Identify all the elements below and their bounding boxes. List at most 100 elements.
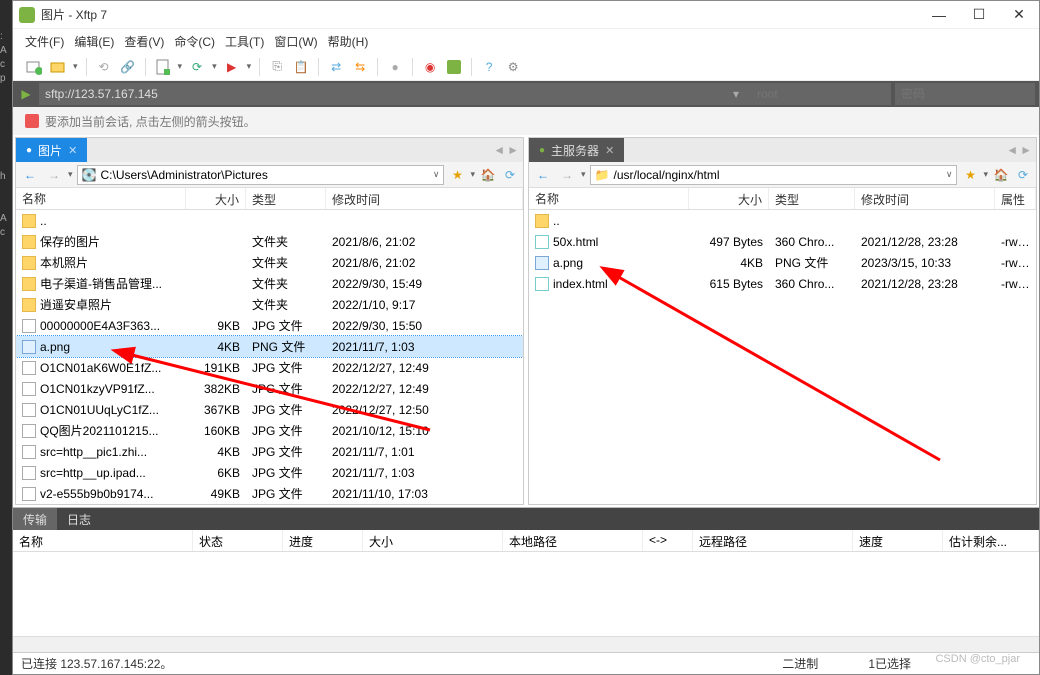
file-row[interactable]: v2-e555b9b0b9174...49KBJPG 文件2021/11/10,… bbox=[16, 483, 523, 504]
file-row[interactable]: .. bbox=[16, 210, 523, 231]
col-type[interactable]: 类型 bbox=[246, 188, 326, 209]
col-local[interactable]: 本地路径 bbox=[503, 530, 643, 551]
settings-icon[interactable]: ⚙ bbox=[504, 58, 522, 76]
dropdown-icon[interactable]: ▾ bbox=[733, 87, 739, 101]
username-input[interactable] bbox=[751, 83, 891, 105]
file-row[interactable]: 50x.html497 Bytes360 Chro...2021/12/28, … bbox=[529, 231, 1036, 252]
caret-icon[interactable]: ▾ bbox=[247, 61, 252, 72]
col-name[interactable]: 名称 bbox=[529, 188, 689, 209]
col-remote[interactable]: 远程路径 bbox=[693, 530, 853, 551]
caret-icon[interactable]: ∨ bbox=[946, 169, 953, 180]
new-session-icon[interactable] bbox=[25, 58, 43, 76]
file-row[interactable]: a.png4KBPNG 文件2021/11/7, 1:03 bbox=[16, 336, 523, 357]
caret-icon[interactable]: ▾ bbox=[983, 169, 988, 180]
link-icon[interactable]: 🔗 bbox=[119, 58, 137, 76]
tab-remote[interactable]: ● 主服务器 ✕ bbox=[529, 138, 624, 162]
file-row[interactable]: O1CN01UUqLyC1fZ...367KBJPG 文件2022/12/27,… bbox=[16, 399, 523, 420]
file-row[interactable]: 本机照片文件夹2021/8/6, 21:02 bbox=[16, 252, 523, 273]
tab-transfer[interactable]: 传输 bbox=[13, 508, 57, 530]
col-size[interactable]: 大小 bbox=[186, 188, 246, 209]
xftp-logo-icon[interactable] bbox=[445, 58, 463, 76]
star-icon[interactable]: ★ bbox=[961, 166, 979, 184]
local-path-input[interactable] bbox=[100, 168, 428, 182]
help-icon[interactable]: ? bbox=[480, 58, 498, 76]
col-mod[interactable]: 修改时间 bbox=[855, 188, 995, 209]
home-icon[interactable]: 🏠 bbox=[992, 166, 1010, 184]
menu-file[interactable]: 文件(F) bbox=[25, 33, 64, 50]
col-progress[interactable]: 进度 bbox=[283, 530, 363, 551]
col-name[interactable]: 名称 bbox=[16, 188, 186, 209]
open-folder-icon[interactable] bbox=[49, 58, 67, 76]
sync-left-icon[interactable]: ⇄ bbox=[327, 58, 345, 76]
xshell-icon[interactable]: ◉ bbox=[421, 58, 439, 76]
col-attr[interactable]: 属性 bbox=[995, 188, 1036, 209]
stop-icon[interactable]: ● bbox=[386, 58, 404, 76]
reconnect-icon[interactable]: ⟲ bbox=[95, 58, 113, 76]
new-file-icon[interactable] bbox=[154, 58, 172, 76]
caret-icon[interactable]: ▾ bbox=[178, 61, 183, 72]
refresh-icon[interactable]: ⟳ bbox=[501, 166, 519, 184]
close-icon[interactable]: ✕ bbox=[68, 144, 77, 157]
col-type[interactable]: 类型 bbox=[769, 188, 855, 209]
col-name[interactable]: 名称 bbox=[13, 530, 193, 551]
col-size[interactable]: 大小 bbox=[689, 188, 769, 209]
file-row[interactable]: QQ图片2021101215...160KBJPG 文件2021/10/12, … bbox=[16, 420, 523, 441]
menu-help[interactable]: 帮助(H) bbox=[328, 33, 369, 50]
menu-win[interactable]: 窗口(W) bbox=[274, 33, 317, 50]
next-tab-icon[interactable]: ► bbox=[507, 143, 519, 157]
file-row[interactable]: .. bbox=[529, 210, 1036, 231]
col-status[interactable]: 状态 bbox=[193, 530, 283, 551]
file-row[interactable]: 保存的图片文件夹2021/8/6, 21:02 bbox=[16, 231, 523, 252]
forward-icon[interactable]: → bbox=[557, 165, 577, 185]
refresh-icon[interactable]: ⟳ bbox=[188, 58, 206, 76]
play-icon[interactable]: ▶ bbox=[223, 58, 241, 76]
caret-icon[interactable]: ▾ bbox=[470, 169, 475, 180]
back-icon[interactable]: ← bbox=[20, 165, 40, 185]
close-icon[interactable]: ✕ bbox=[605, 144, 614, 157]
file-row[interactable]: O1CN01kzyVP91fZ...382KBJPG 文件2022/12/27,… bbox=[16, 378, 523, 399]
file-row[interactable]: index.html615 Bytes360 Chro...2021/12/28… bbox=[529, 273, 1036, 294]
sync-right-icon[interactable]: ⇆ bbox=[351, 58, 369, 76]
minimize-button[interactable]: — bbox=[919, 1, 959, 29]
file-row[interactable]: 00000000E4A3F363...9KBJPG 文件2022/9/30, 1… bbox=[16, 315, 523, 336]
col-size[interactable]: 大小 bbox=[363, 530, 503, 551]
maximize-button[interactable]: ☐ bbox=[959, 1, 999, 29]
file-row[interactable]: a.png4KBPNG 文件2023/3/15, 10:33-rw-r--r-- bbox=[529, 252, 1036, 273]
copy-icon[interactable]: ⎘ bbox=[268, 58, 286, 76]
caret-icon[interactable]: ▾ bbox=[68, 169, 73, 180]
caret-icon[interactable]: ▾ bbox=[581, 169, 586, 180]
close-button[interactable]: ✕ bbox=[999, 1, 1039, 29]
menu-edit[interactable]: 编辑(E) bbox=[74, 33, 114, 50]
file-row[interactable]: 电子渠道-销售品管理...文件夹2022/9/30, 15:49 bbox=[16, 273, 523, 294]
col-eta[interactable]: 估计剩余... bbox=[943, 530, 1039, 551]
go-icon[interactable]: ▶ bbox=[17, 85, 35, 103]
paste-icon[interactable]: 📋 bbox=[292, 58, 310, 76]
prev-tab-icon[interactable]: ◄ bbox=[493, 143, 505, 157]
caret-icon[interactable]: ∨ bbox=[433, 169, 440, 180]
forward-icon[interactable]: → bbox=[44, 165, 64, 185]
tab-local[interactable]: ● 图片 ✕ bbox=[16, 138, 87, 162]
file-row[interactable]: O1CN01aK6W0E1fZ...191KBJPG 文件2022/12/27,… bbox=[16, 357, 523, 378]
scrollbar[interactable] bbox=[13, 636, 1039, 652]
prev-tab-icon[interactable]: ◄ bbox=[1006, 143, 1018, 157]
address-input[interactable] bbox=[39, 83, 751, 105]
menu-view[interactable]: 查看(V) bbox=[124, 33, 164, 50]
file-row[interactable]: src=http__pic1.zhi...4KBJPG 文件2021/11/7,… bbox=[16, 441, 523, 462]
col-mod[interactable]: 修改时间 bbox=[326, 188, 523, 209]
star-icon[interactable]: ★ bbox=[448, 166, 466, 184]
tab-log[interactable]: 日志 bbox=[57, 508, 101, 530]
refresh-icon[interactable]: ⟳ bbox=[1014, 166, 1032, 184]
caret-icon[interactable]: ▾ bbox=[73, 61, 78, 72]
file-row[interactable]: src=http__up.ipad...6KBJPG 文件2021/11/7, … bbox=[16, 462, 523, 483]
file-row[interactable]: 逍遥安卓照片文件夹2022/1/10, 9:17 bbox=[16, 294, 523, 315]
remote-path-input[interactable] bbox=[613, 168, 941, 182]
menu-cmd[interactable]: 命令(C) bbox=[174, 33, 215, 50]
caret-icon[interactable]: ▾ bbox=[212, 61, 217, 72]
col-dir[interactable]: <-> bbox=[643, 530, 693, 551]
menu-tool[interactable]: 工具(T) bbox=[225, 33, 264, 50]
col-speed[interactable]: 速度 bbox=[853, 530, 943, 551]
password-input[interactable] bbox=[895, 83, 1035, 105]
next-tab-icon[interactable]: ► bbox=[1020, 143, 1032, 157]
home-icon[interactable]: 🏠 bbox=[479, 166, 497, 184]
back-icon[interactable]: ← bbox=[533, 165, 553, 185]
